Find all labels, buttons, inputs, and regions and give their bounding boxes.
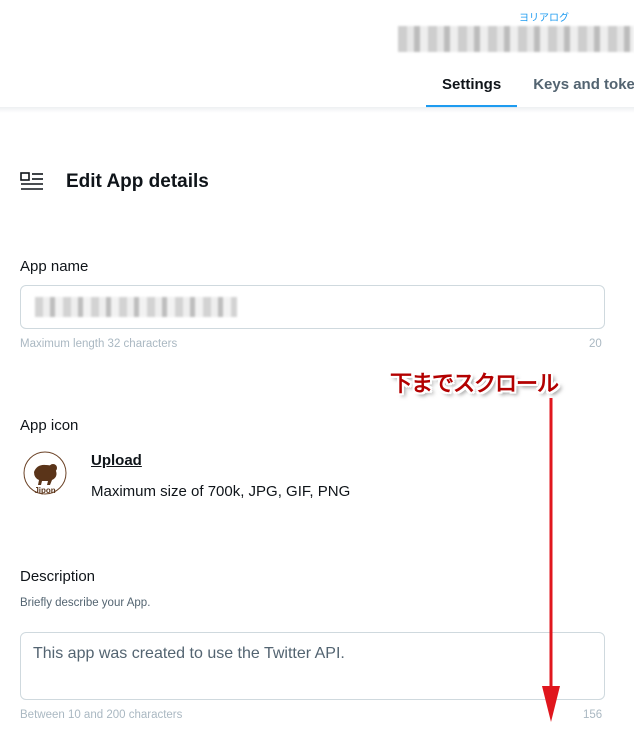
header-divider xyxy=(0,107,634,113)
logo-text: Jipon xyxy=(34,486,55,495)
description-hint: Between 10 and 200 characters xyxy=(20,709,183,721)
app-name-char-count: 20 xyxy=(589,338,602,350)
upload-size-note: Maximum size of 700k, JPG, GIF, PNG xyxy=(91,483,351,500)
tab-settings[interactable]: Settings xyxy=(426,64,518,108)
description-textarea[interactable]: This app was created to use the Twitter … xyxy=(20,632,605,700)
upload-link[interactable]: Upload xyxy=(91,452,142,469)
app-name-hint: Maximum length 32 characters xyxy=(20,338,178,350)
description-label: Description xyxy=(20,568,96,585)
page-title: Edit App details xyxy=(66,171,209,192)
document-list-icon xyxy=(20,172,43,190)
app-name-input[interactable] xyxy=(20,285,605,329)
scroll-annotation: 下までスクロール xyxy=(390,371,559,396)
blurred-app-title xyxy=(398,26,634,52)
brand-label: ヨリアログ xyxy=(519,13,569,24)
section-header: Edit App details xyxy=(20,170,209,194)
description-subtext: Briefly describe your App. xyxy=(20,597,151,609)
app-name-value-blurred xyxy=(35,297,237,317)
tab-bar: Settings Keys and toke xyxy=(426,64,634,108)
description-char-count: 156 xyxy=(583,709,603,721)
tab-keys-and-tokens[interactable]: Keys and toke xyxy=(517,64,634,108)
scroll-down-arrow-icon xyxy=(542,398,560,722)
app-icon-label: App icon xyxy=(20,417,79,434)
app-logo: Jipon xyxy=(23,451,67,495)
app-name-label: App name xyxy=(20,258,89,275)
description-value: This app was created to use the Twitter … xyxy=(33,645,345,662)
app-header: ヨリアログ Settings Keys and toke xyxy=(0,0,634,108)
